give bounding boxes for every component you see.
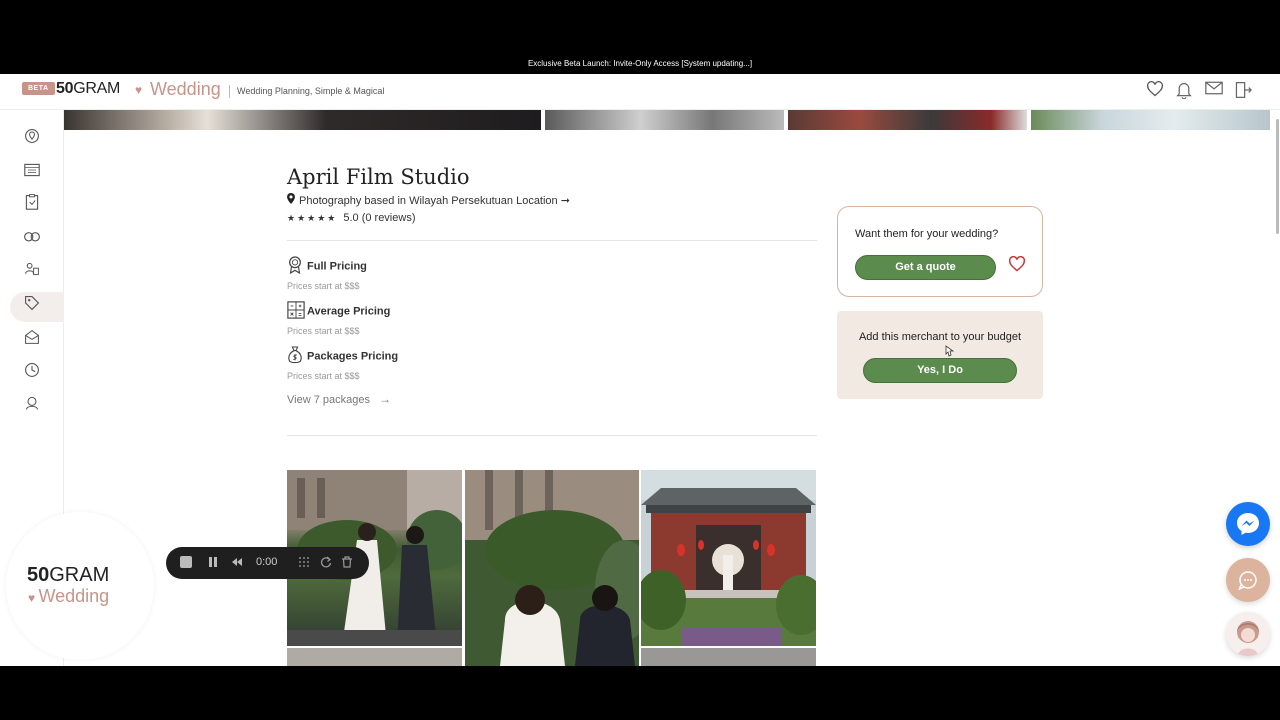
assistant-avatar-fab[interactable] [1226, 612, 1270, 656]
view-packages-link[interactable]: View 7 packages → [287, 392, 391, 406]
award-icon [287, 256, 307, 277]
sidebar-discover-icon[interactable] [20, 128, 44, 152]
quote-card: Want them for your wedding? Get a quote [837, 206, 1043, 297]
mail-icon[interactable] [1203, 81, 1225, 101]
hero-photo-strip [64, 110, 1280, 130]
pause-icon[interactable] [208, 556, 218, 571]
sidebar-invitation-icon[interactable] [20, 329, 44, 353]
restart-icon[interactable] [320, 556, 332, 571]
hero-photo-1[interactable] [64, 110, 541, 130]
budget-card: Add this merchant to your budget Yes, I … [837, 311, 1043, 399]
pricing-item-full[interactable]: Full Pricing Prices start at $$$ [287, 256, 367, 291]
logout-icon[interactable] [1232, 81, 1254, 101]
get-quote-button[interactable]: Get a quote [855, 255, 996, 280]
gallery-photo-4[interactable] [287, 648, 462, 666]
sidebar-calendar-icon[interactable] [20, 161, 44, 185]
merchant-location[interactable]: Photography based in Wilayah Persekutuan… [287, 193, 570, 207]
pricing-item-packages[interactable]: Packages Pricing Prices start at $$$ [287, 346, 398, 381]
hero-photo-2[interactable] [545, 110, 784, 130]
sidebar-timeline-clock-icon[interactable] [20, 362, 44, 386]
chat-bubble-icon [1238, 571, 1257, 591]
assistant-avatar-icon [1237, 621, 1259, 656]
divider-top [287, 240, 817, 241]
sidebar-brand-wedding: ♥ Wedding [28, 586, 109, 607]
pricing-title: Packages Pricing [307, 350, 399, 363]
calculator-icon [287, 301, 307, 322]
page-scrollbar[interactable] [1276, 119, 1279, 234]
brand-number: 50 [56, 80, 74, 97]
money-bag-icon [287, 346, 307, 367]
rating-text: 5.0 (0 reviews) [343, 212, 416, 224]
messenger-fab[interactable] [1226, 502, 1270, 546]
sidebar-wedding-text: Wedding [38, 586, 110, 606]
sidebar-brand-logo: 50GRAM ♥ Wedding [6, 512, 154, 660]
sidebar-brand-gram: GRAM [49, 564, 110, 586]
gallery-photo-2[interactable] [465, 470, 639, 666]
rating-stars-icon: ★★★★★ [287, 213, 338, 223]
budget-question: Add this merchant to your budget [858, 331, 1022, 343]
screen-recorder-bar: 0:00 [166, 547, 369, 579]
messenger-icon [1237, 513, 1259, 535]
rewind-icon[interactable] [231, 556, 243, 571]
pricing-subtitle: Prices start at $$$ [287, 281, 360, 291]
gallery-photo-2-art [465, 470, 639, 666]
hero-photo-3[interactable] [788, 110, 1027, 130]
gallery-photo-5[interactable] [641, 648, 816, 666]
hero-photo-4[interactable] [1031, 110, 1270, 130]
grid-icon[interactable] [298, 556, 310, 571]
divider-bottom [287, 435, 817, 436]
recorder-time: 0:00 [256, 556, 278, 568]
gallery-photo-3[interactable] [641, 470, 816, 646]
brand-gram: GRAM [73, 80, 121, 97]
quote-question: Want them for your wedding? [855, 228, 999, 240]
sidebar-vendors-tag-icon[interactable] [10, 292, 64, 322]
trash-icon[interactable] [341, 556, 353, 571]
brand-tagline: Wedding Planning, Simple & Magical [229, 85, 384, 98]
favorites-heart-icon[interactable] [1144, 81, 1166, 101]
view-packages-text: View 7 packages [287, 394, 370, 406]
pricing-subtitle: Prices start at $$$ [287, 326, 360, 336]
sidebar-guests-icon[interactable] [20, 261, 44, 285]
pricing-title: Full Pricing [307, 260, 367, 273]
arrow-right-icon: → [379, 392, 392, 406]
favorite-heart-icon[interactable] [1008, 255, 1026, 277]
beta-badge: BETA [22, 82, 55, 95]
chat-fab[interactable] [1226, 558, 1270, 602]
location-pin-icon [287, 193, 299, 207]
top-header: BETA 50GRAM ♥ Wedding Wedding Planning, … [0, 74, 1280, 110]
sidebar-brand-number: 50 [27, 564, 50, 586]
mouse-pointer-icon [944, 345, 955, 357]
notification-bell-icon[interactable] [1173, 81, 1195, 101]
yes-i-do-button[interactable]: Yes, I Do [863, 358, 1017, 383]
sidebar-checklist-icon[interactable] [20, 193, 44, 218]
screen-frame: Exclusive Beta Launch: Invite-Only Acces… [0, 0, 1280, 720]
pricing-title: Average Pricing [307, 305, 391, 318]
sidebar-profile-icon[interactable] [20, 395, 44, 419]
merchant-rating: ★★★★★ 5.0 (0 reviews) [287, 212, 415, 224]
sidebar-brand-name: 50GRAM [27, 564, 109, 587]
pricing-subtitle: Prices start at $$$ [287, 371, 360, 381]
brand-heart-icon: ♥ [135, 83, 143, 97]
beta-banner: Exclusive Beta Launch: Invite-Only Acces… [527, 59, 753, 68]
sidebar-rings-icon[interactable] [20, 227, 44, 251]
brand-logo[interactable]: 50GRAM [56, 80, 120, 98]
gallery-photo-3-art [641, 470, 816, 646]
location-text: Photography based in Wilayah Persekutuan… [299, 195, 570, 207]
sidebar-heart-icon: ♥ [28, 591, 39, 605]
brand-wedding: Wedding [150, 79, 221, 99]
stop-recording-icon[interactable] [180, 556, 192, 571]
pricing-item-average[interactable]: Average Pricing Prices start at $$$ [287, 301, 390, 336]
merchant-name: April Film Studio [287, 165, 470, 189]
